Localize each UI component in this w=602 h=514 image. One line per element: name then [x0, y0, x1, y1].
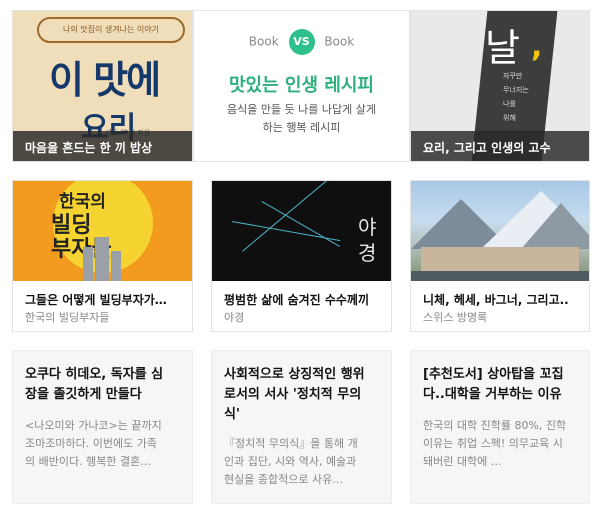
cover-line: 위해	[503, 114, 516, 122]
constellation-line	[231, 221, 341, 242]
book-right-label: Book	[324, 34, 355, 49]
snippet-line: 인과 집단, 시와 역사, 예술과	[224, 455, 357, 468]
heading-line: 사회적으로 상징적인 행위	[224, 367, 365, 382]
feature-caption: 요리, 그리고 인생의 고수	[411, 131, 589, 161]
mountain-shape	[521, 203, 589, 249]
feature-caption: 마음을 흔드는 한 끼 밥상	[13, 131, 192, 161]
article-snippet: <나오미와 가나코>는 끝까지 조마조마하다. 이번에도 가족 의 배반이다. …	[25, 417, 182, 471]
desc-line: 하는 행복 레시피	[262, 121, 341, 134]
snippet-line: <나오미와 가나코>는 끝까지	[25, 419, 162, 432]
heading-line: 로서의 서사 '정치적 무의	[224, 387, 362, 402]
article-heading: 오쿠다 히데오, 독자를 심 장을 졸깃하게 만들다	[25, 365, 182, 405]
book-left-label: Book	[248, 34, 279, 49]
vs-icon: VS	[288, 29, 315, 55]
cover-text: 경	[358, 241, 377, 265]
heading-line: 다..대학을 거부하는 이유	[423, 387, 562, 402]
feature-card-2[interactable]: Book VS Book 맛있는 인생 레시피 음식을 만들 듯 나를 나답게 …	[193, 10, 410, 162]
article-heading: [추천도서] 상아탑을 꼬집 다..대학을 거부하는 이유	[423, 365, 579, 405]
feature-card-1[interactable]: 나의 맛집이 생겨나는 이야기 이 맛에 요리 세트 의 팀 지음 마음을 흔드…	[12, 10, 193, 162]
snippet-line: 현실을 종합적으로 사유…	[224, 473, 344, 486]
book-card-subtitle: 야경	[224, 311, 245, 324]
heading-line: 장을 졸깃하게 만들다	[25, 387, 142, 402]
book-vs-book: Book VS Book	[194, 29, 409, 55]
cover-text: 빌딩	[51, 213, 92, 238]
cover-big-text: 날	[485, 26, 520, 70]
cover-ribbon: 나의 맛집이 생겨나는 이야기	[37, 17, 185, 43]
article-snippet: 한국의 대학 진학률 80%, 진학 이유는 취업 스펙! 의무교육 시 돼버린…	[423, 417, 579, 471]
book-thumbnail: 야 경	[212, 181, 391, 281]
building-shape	[83, 247, 93, 281]
snippet-line: 의 배반이다. 행복한 결혼…	[25, 455, 152, 468]
book-card-subtitle: 한국의 빌딩부자들	[25, 311, 110, 324]
feature-description: 음식을 만들 듯 나를 나답게 살게 하는 행복 레시피	[214, 101, 389, 137]
article-card-2[interactable]: 사회적으로 상징적인 행위 로서의 서사 '정치적 무의 식' 『정치적 무의식…	[211, 350, 392, 504]
article-card-1[interactable]: 오쿠다 히데오, 독자를 심 장을 졸깃하게 만들다 <나오미와 가나코>는 끝…	[12, 350, 193, 504]
article-heading: 사회적으로 상징적인 행위 로서의 서사 '정치적 무의 식'	[224, 365, 381, 425]
book-card-subtitle: 스위스 방명록	[423, 311, 488, 324]
snippet-line: 돼버린 대학에 …	[423, 455, 502, 468]
snippet-line: 한국의 대학 진학률 80%, 진학	[423, 419, 567, 432]
cover-title-line1: 이 맛에	[49, 57, 161, 102]
book-card-title: 니체, 헤세, 바그너, 그리고..	[423, 293, 569, 307]
cover-line: 나를	[503, 100, 516, 108]
heading-line: 오쿠다 히데오, 독자를 심	[25, 367, 164, 382]
snippet-line: 조마조마하다. 이번에도 가족	[25, 437, 157, 450]
cover-line: 자꾸만	[503, 72, 523, 80]
lake-shape	[411, 271, 589, 281]
article-snippet: 『정치적 무의식』을 통해 개 인과 집단, 시와 역사, 예술과 현실을 종합…	[224, 435, 381, 489]
cover-text: 한국의	[59, 192, 106, 212]
book-card-2[interactable]: 야 경 평범한 삶에 숨겨진 수수께끼 야경	[211, 180, 392, 332]
book-card-3[interactable]: 니체, 헤세, 바그너, 그리고.. 스위스 방명록	[410, 180, 590, 332]
cover-comma: ,	[531, 29, 543, 64]
book-card-title: 그들은 어떻게 빌딩부자가…	[25, 293, 167, 307]
book-thumbnail: 한국의 빌딩 부자들	[13, 181, 192, 281]
feature-title: 맛있는 인생 레시피	[228, 75, 374, 96]
building-shape	[111, 251, 121, 281]
article-card-3[interactable]: [추천도서] 상아탑을 꼬집 다..대학을 거부하는 이유 한국의 대학 진학률…	[410, 350, 590, 504]
feature-card-3[interactable]: 날 , 자꾸만 무너지는 나를 위해 요리, 그리고 인생의 고수	[410, 10, 590, 162]
snippet-line: 이유는 취업 스펙! 의무교육 시	[423, 437, 563, 450]
building-shape	[95, 237, 109, 281]
book-card-title: 평범한 삶에 숨겨진 수수께끼	[224, 293, 370, 307]
cover-line: 무너지는	[503, 86, 529, 94]
heading-line: [추천도서] 상아탑을 꼬집	[423, 367, 564, 382]
desc-line: 음식을 만들 듯 나를 나답게 살게	[226, 103, 377, 116]
snippet-line: 『정치적 무의식』을 통해 개	[224, 437, 358, 450]
cover-text: 야	[358, 215, 377, 239]
book-card-1[interactable]: 한국의 빌딩 부자들 그들은 어떻게 빌딩부자가… 한국의 빌딩부자들	[12, 180, 193, 332]
book-thumbnail	[411, 181, 589, 281]
heading-line: 식'	[224, 407, 240, 422]
